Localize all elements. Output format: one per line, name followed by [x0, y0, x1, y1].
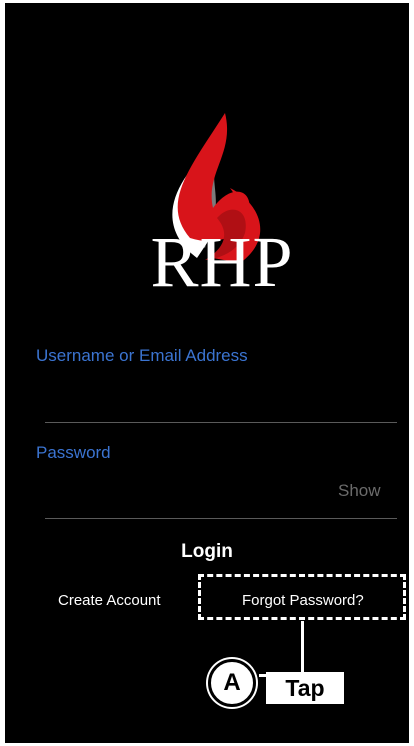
password-input[interactable]	[45, 518, 397, 519]
forgot-password-link[interactable]: Forgot Password?	[242, 592, 364, 609]
callout-line	[301, 621, 304, 676]
login-button[interactable]: Login	[5, 541, 409, 563]
username-label: Username or Email Address	[36, 346, 248, 365]
callout-tap-label: Tap	[266, 672, 344, 704]
username-input[interactable]	[45, 422, 397, 423]
password-label: Password	[36, 443, 111, 462]
logo-wordmark: RHP	[150, 222, 294, 302]
show-password-toggle[interactable]: Show	[338, 481, 381, 501]
create-account-link[interactable]: Create Account	[58, 592, 161, 609]
callout-badge: A	[208, 659, 256, 707]
login-screen: RHP Username or Email Address Password S…	[5, 3, 409, 743]
